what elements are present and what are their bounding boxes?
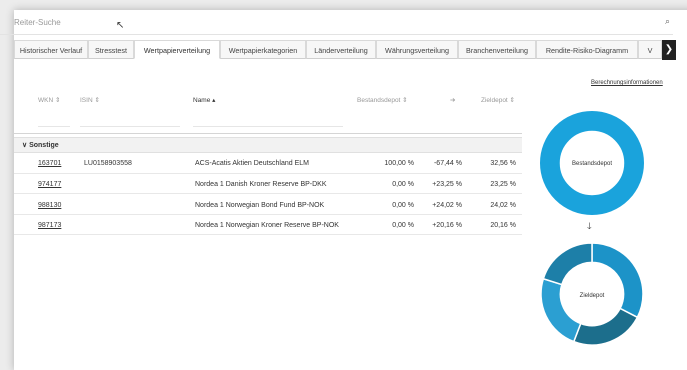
filter-wkn[interactable] — [38, 126, 70, 127]
row-1-wkn[interactable]: 163701 — [38, 160, 61, 167]
row-3-ziel: 24,02 % — [490, 202, 516, 209]
zieldepot-slice-4[interactable] — [542, 242, 593, 286]
filter-name[interactable] — [193, 126, 343, 127]
row-1-change: -67,44 % — [433, 160, 462, 167]
group-label: ∨ Sonstige — [22, 142, 59, 149]
chevron-right-icon[interactable]: ❯ — [662, 40, 676, 60]
header-change-arrow-icon: ➔ — [450, 97, 456, 104]
group-row-sonstige[interactable]: ∨ Sonstige — [14, 137, 522, 153]
row-2-bestand: 0,00 % — [392, 181, 414, 188]
row-4-name: Nordea 1 Norwegian Kroner Reserve BP-NOK — [195, 222, 339, 229]
berechnungsinformationen-link[interactable]: Berechnungsinformationen — [591, 80, 663, 86]
row-3-name: Nordea 1 Norwegian Bond Fund BP-NOK — [195, 202, 325, 209]
zieldepot-slice-1[interactable] — [591, 242, 644, 319]
header-zieldepot[interactable]: Zieldepot ⇕ — [481, 96, 515, 104]
row-1-bestand: 100,00 % — [384, 160, 414, 167]
row-4-wkn[interactable]: 987173 — [38, 222, 61, 229]
tab-branchenverteilung[interactable]: Branchenverteilung — [458, 40, 536, 59]
row-3-change: +24,02 % — [432, 202, 462, 209]
tab-wertpapierkategorien[interactable]: Wertpapierkategorien — [220, 40, 306, 59]
row-4-change: +20,16 % — [432, 222, 462, 229]
row-4-bestand: 0,00 % — [392, 222, 414, 229]
header-isin[interactable]: ISIN ⇕ — [80, 96, 100, 104]
filter-isin[interactable] — [80, 126, 180, 127]
header-name[interactable]: Name ▴ — [193, 96, 215, 104]
tab-rendite-risiko-diagramm[interactable]: Rendite-Risiko-Diagramm — [536, 40, 638, 59]
header-wkn[interactable]: WKN ⇕ — [38, 96, 60, 104]
row-2-name: Nordea 1 Danish Kroner Reserve BP-DKK — [195, 181, 327, 188]
bestandsdepot-donut-chart: Bestandsdepot — [540, 111, 644, 215]
tab-waehrungsverteilung[interactable]: Währungsverteilung — [376, 40, 458, 59]
row-2-ziel: 23,25 % — [490, 181, 516, 188]
row-1-isin: LU0158903558 — [84, 160, 132, 167]
tab-search-input[interactable]: Reiter-Suche — [14, 18, 61, 27]
search-icon[interactable]: ⌕ — [665, 16, 670, 27]
zieldepot-slice-2[interactable] — [572, 307, 639, 346]
row-divider — [14, 214, 522, 215]
row-4-ziel: 20,16 % — [490, 222, 516, 229]
zieldepot-donut-chart: Zieldepot — [540, 242, 644, 346]
bestandsdepot-label: Bestandsdepot — [572, 161, 612, 167]
tab-more[interactable]: V — [638, 40, 662, 59]
header-divider — [14, 133, 522, 134]
tab-bar: Historischer Verlauf Stresstest Wertpapi… — [14, 40, 678, 60]
zieldepot-slice-3[interactable] — [540, 277, 582, 343]
arrow-down-icon: 🡓 — [587, 221, 592, 231]
tab-laenderverteilung[interactable]: Länderverteilung — [306, 40, 376, 59]
tab-stresstest[interactable]: Stresstest — [88, 40, 134, 59]
tab-wertpapierverteilung[interactable]: Wertpapierverteilung — [134, 40, 220, 59]
row-1-name: ACS-Acatis Aktien Deutschland ELM — [195, 160, 309, 167]
row-2-change: +23,25 % — [432, 181, 462, 188]
tab-search-row[interactable]: Reiter-Suche ⌕ — [0, 14, 673, 32]
mouse-cursor-icon: ↖ — [116, 20, 125, 31]
row-2-wkn[interactable]: 974177 — [38, 181, 61, 188]
row-divider — [14, 193, 522, 194]
search-underline — [0, 34, 673, 35]
zieldepot-label: Zieldepot — [580, 293, 605, 299]
row-3-bestand: 0,00 % — [392, 202, 414, 209]
header-bestandsdepot[interactable]: Bestandsdepot ⇕ — [357, 96, 408, 104]
row-divider — [14, 234, 522, 235]
tab-historischer-verlauf[interactable]: Historischer Verlauf — [14, 40, 88, 59]
row-3-wkn[interactable]: 988130 — [38, 202, 61, 209]
row-1-ziel: 32,56 % — [490, 160, 516, 167]
row-divider — [14, 173, 522, 174]
